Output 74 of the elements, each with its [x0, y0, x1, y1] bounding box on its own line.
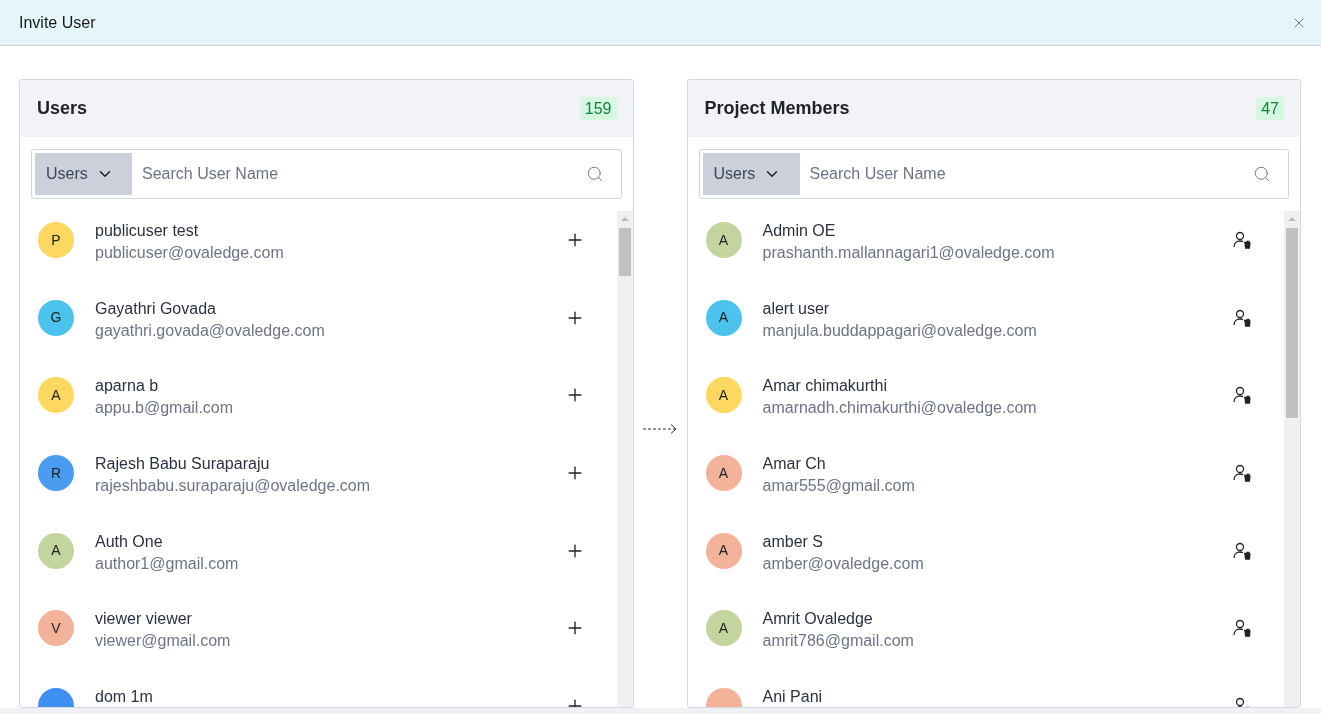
avatar: A [705, 455, 742, 492]
user-delete-icon[interactable] [1232, 540, 1252, 561]
filter-dropdown[interactable]: Users [702, 153, 800, 195]
search-bar[interactable]: Users Search User Name [31, 149, 622, 199]
search-icon[interactable] [1253, 165, 1271, 183]
avatar: P [38, 222, 74, 258]
user-row[interactable]: A Auth One author1@gmail.com [20, 521, 617, 600]
window-title: Invite User [19, 12, 96, 33]
user-delete-icon[interactable] [1232, 230, 1252, 250]
count-badge: 47 [1256, 97, 1284, 120]
avatar: A [38, 532, 74, 569]
user-email: rajeshbabu.suraparaju@ovaledge.com [95, 476, 372, 497]
user-row[interactable]: V viewer viewer viewer@gmail.com [20, 599, 617, 678]
user-name: amber S [762, 531, 824, 552]
user-name: dom 1m [95, 687, 154, 707]
avatar: G [38, 299, 74, 336]
user-email: manjula.buddappagari@ovaledge.com [762, 320, 1038, 341]
search-bar[interactable]: Users Search User Name [698, 149, 1289, 199]
avatar: V [38, 610, 74, 647]
user-name: Amar Ch [762, 454, 827, 475]
scrollbar[interactable] [616, 211, 633, 707]
user-name: Auth One [95, 531, 164, 552]
user-delete-icon[interactable] [1232, 618, 1252, 639]
user-name: Rajesh Babu Suraparaju [95, 454, 271, 475]
filter-dropdown[interactable]: Users [35, 153, 132, 195]
avatar: A [705, 299, 742, 336]
user-row[interactable]: A Admin OE prashanth.mallannagari1@ovaledge.com [687, 211, 1284, 289]
user-email: publicuser@ovaledge.com [95, 243, 285, 263]
count-badge: 159 [579, 97, 617, 120]
user-row[interactable]: A amber S amber@ovaledge.com [687, 521, 1284, 600]
user-row[interactable]: G Gayathri Govada gayathri.govada@ovaledge.com [20, 288, 617, 367]
dashed-arrow-icon [642, 422, 678, 435]
search-field[interactable]: Search User Name [132, 153, 586, 195]
avatar: A [705, 377, 742, 414]
user-email: viewer@gmail.com [95, 631, 232, 652]
user-name: Gayathri Govada [95, 298, 217, 319]
user-name: viewer viewer [95, 609, 193, 630]
user-row[interactable]: A Amar Ch amar555@gmail.com [687, 444, 1284, 522]
user-row[interactable]: A aparna b appu.b@gmail.com [20, 366, 617, 445]
user-email: prashanth.mallannagari1@ovaledge.com [762, 243, 1056, 263]
panel-title: Project Members [704, 97, 850, 120]
user-row[interactable]: A alert user manjula.buddappagari@ovaledge.com [687, 288, 1284, 367]
user-email: appu.b@gmail.com [95, 398, 235, 419]
scrollbar-thumb[interactable] [618, 228, 631, 276]
user-delete-icon[interactable] [1232, 385, 1252, 406]
user-email: author1@gmail.com [95, 553, 240, 574]
user-name: alert user [762, 298, 831, 319]
user-name: publicuser test [95, 221, 200, 241]
scrollbar[interactable] [1284, 211, 1300, 707]
avatar: R [38, 455, 74, 492]
user-name: Admin OE [762, 221, 837, 241]
avatar: A [705, 222, 742, 258]
user-name: Amar chimakurthi [762, 376, 888, 397]
user-row[interactable]: R Rajesh Babu Suraparaju rajeshbabu.suraparaju@ovaledge.com [20, 444, 617, 522]
user-row[interactable]: P publicuser test publicuser@ovaledge.com [20, 211, 617, 289]
scrollbar-thumb[interactable] [1286, 228, 1298, 418]
user-email: amber@ovaledge.com [762, 553, 925, 574]
panel-title: Users [37, 97, 88, 120]
user-name: Amrit Ovaledge [762, 609, 874, 630]
user-delete-icon[interactable] [1232, 307, 1252, 328]
user-delete-icon[interactable] [1232, 463, 1252, 484]
user-row[interactable]: A Amar chimakurthi amarnadh.chimakurthi@ovaledge.com [687, 366, 1284, 445]
user-email: amarnadh.chimakurthi@ovaledge.com [762, 398, 1038, 419]
user-name: Ani Pani [762, 687, 824, 707]
user-email: amrit786@gmail.com [762, 631, 915, 652]
user-email: gayathri.govada@ovaledge.com [95, 320, 326, 341]
avatar: A [705, 532, 742, 569]
user-email: amar555@gmail.com [762, 476, 916, 497]
search-icon[interactable] [585, 165, 604, 183]
search-field[interactable]: Search User Name [799, 153, 1253, 195]
user-name: aparna b [95, 376, 160, 397]
avatar: A [705, 610, 742, 647]
avatar: A [38, 377, 74, 414]
user-row[interactable]: A Amrit Ovaledge amrit786@gmail.com [687, 599, 1284, 678]
